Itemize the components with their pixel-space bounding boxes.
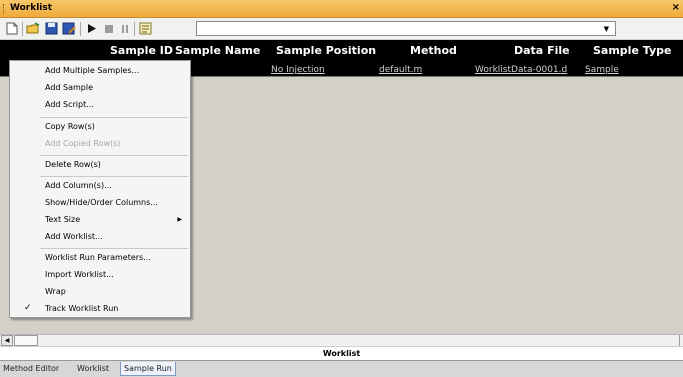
column-header-sample-position[interactable]: Sample Position xyxy=(276,44,376,57)
scroll-left-button[interactable]: ◀ xyxy=(1,335,13,346)
open-worklist-button[interactable] xyxy=(25,21,41,36)
column-header-sample-type[interactable]: Sample Type xyxy=(593,44,671,57)
stop-button[interactable] xyxy=(101,21,117,36)
tab-method-editor[interactable]: Method Editor xyxy=(0,362,62,376)
context-menu: Add Multiple Samples... Add Sample Add S… xyxy=(9,60,191,318)
save-disk-icon xyxy=(45,22,57,35)
menu-item-import-worklist[interactable]: Import Worklist... xyxy=(10,267,190,285)
play-icon xyxy=(88,24,96,33)
menu-item-add-copied-rows: Add Copied Row(s) xyxy=(45,139,121,148)
horizontal-scrollbar[interactable]: ◀ xyxy=(0,334,683,346)
menu-item-add-sample[interactable]: Add Sample xyxy=(10,80,190,98)
status-bar: Worklist xyxy=(0,346,683,360)
menu-separator xyxy=(40,155,188,156)
cell-method[interactable]: default.m xyxy=(379,65,422,75)
menu-item-worklist-run-parameters[interactable]: Worklist Run Parameters... xyxy=(10,250,190,268)
toolbar-separator xyxy=(80,22,81,36)
menu-item-wrap[interactable]: Wrap xyxy=(10,284,190,302)
pause-icon xyxy=(122,24,128,33)
column-header-sample-name[interactable]: Sample Name xyxy=(175,44,260,57)
close-icon[interactable]: × xyxy=(672,2,680,13)
menu-item-delete-rows[interactable]: Delete Row(s) xyxy=(10,157,190,175)
cell-sample-type[interactable]: Sample xyxy=(585,65,619,75)
menu-separator xyxy=(40,248,188,249)
menu-item-copy-rows[interactable]: Copy Row(s) xyxy=(10,119,190,137)
worklist-title-bar: Worklist × xyxy=(0,0,683,18)
submenu-arrow-icon: ▶ xyxy=(177,216,182,223)
column-header-method[interactable]: Method xyxy=(410,44,457,57)
menu-item-add-multiple-samples[interactable]: Add Multiple Samples... xyxy=(10,63,190,81)
status-label: Worklist xyxy=(322,349,361,358)
worklist-properties-button[interactable] xyxy=(137,21,153,36)
toolbar-separator xyxy=(134,22,135,36)
save-worklist-button[interactable] xyxy=(43,21,59,36)
scroll-thumb[interactable] xyxy=(14,335,38,346)
new-worklist-button[interactable] xyxy=(4,21,20,36)
column-header-sample-id[interactable]: Sample ID xyxy=(110,44,173,57)
worklist-combo[interactable]: ▼ xyxy=(196,21,616,36)
open-folder-icon xyxy=(26,22,40,34)
cell-data-file[interactable]: WorklistData-0001.d xyxy=(475,65,567,75)
menu-item-show-hide-order-columns[interactable]: Show/Hide/Order Columns... xyxy=(10,195,190,213)
run-button[interactable] xyxy=(84,21,100,36)
toolbar-separator xyxy=(22,22,23,36)
stop-icon xyxy=(105,24,113,33)
window-title: Worklist xyxy=(10,3,53,13)
scroll-right-button[interactable] xyxy=(679,335,683,346)
bottom-tab-strip: Method Editor Worklist Sample Run xyxy=(0,360,683,377)
menu-item-add-columns[interactable]: Add Column(s)... xyxy=(10,178,190,196)
chevron-left-icon: ◀ xyxy=(4,337,10,344)
menu-item-text-size[interactable]: Text Size ▶ xyxy=(10,212,190,230)
new-document-icon xyxy=(6,22,18,35)
menu-item-add-worklist[interactable]: Add Worklist... xyxy=(10,229,190,247)
save-as-icon xyxy=(62,22,76,35)
grip-handle[interactable] xyxy=(3,4,6,14)
checkmark-icon: ✓ xyxy=(24,303,32,313)
menu-separator xyxy=(40,176,188,177)
menu-item-track-worklist-run[interactable]: ✓ Track Worklist Run xyxy=(10,301,190,319)
menu-item-add-script[interactable]: Add Script... xyxy=(10,97,190,115)
tab-sample-run[interactable]: Sample Run xyxy=(120,362,176,376)
chevron-down-icon[interactable]: ▼ xyxy=(604,25,609,33)
column-header-data-file[interactable]: Data File xyxy=(514,44,570,57)
pause-button[interactable] xyxy=(117,21,133,36)
worklist-toolbar: ▼ xyxy=(0,18,683,40)
save-as-worklist-button[interactable] xyxy=(61,21,77,36)
tab-worklist[interactable]: Worklist xyxy=(74,362,112,376)
menu-separator xyxy=(40,117,188,118)
properties-icon xyxy=(139,22,151,35)
cell-sample-position[interactable]: No Injection xyxy=(271,65,325,75)
